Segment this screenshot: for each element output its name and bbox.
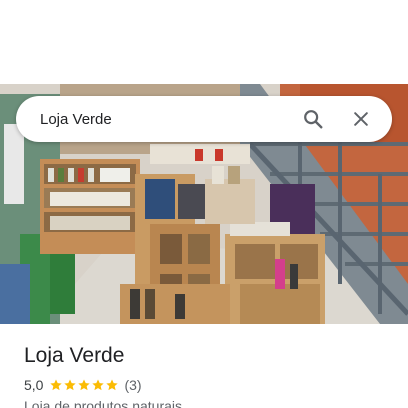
star-icon: [78, 379, 91, 391]
place-category: Loja de produtos naturais: [24, 398, 182, 408]
rating-row[interactable]: 5,0 (3): [24, 377, 142, 393]
star-icon: [106, 379, 119, 391]
place-info-panel: Loja Verde 5,0 (3) Loja de produtos natu…: [0, 324, 408, 408]
search-query-text[interactable]: Loja Verde: [40, 111, 296, 128]
clear-search-button[interactable]: [344, 102, 378, 136]
place-title: Loja Verde: [24, 344, 125, 367]
review-count[interactable]: (3): [124, 377, 141, 393]
star-icon: [64, 379, 77, 391]
top-blank-area: [0, 0, 408, 84]
star-icon: [50, 379, 63, 391]
search-bar[interactable]: Loja Verde: [16, 96, 392, 142]
close-icon: [354, 112, 368, 126]
search-icon: [304, 110, 323, 129]
star-icon: [92, 379, 105, 391]
rating-value: 5,0: [24, 377, 44, 393]
star-rating: [49, 378, 119, 392]
search-button[interactable]: [296, 102, 330, 136]
